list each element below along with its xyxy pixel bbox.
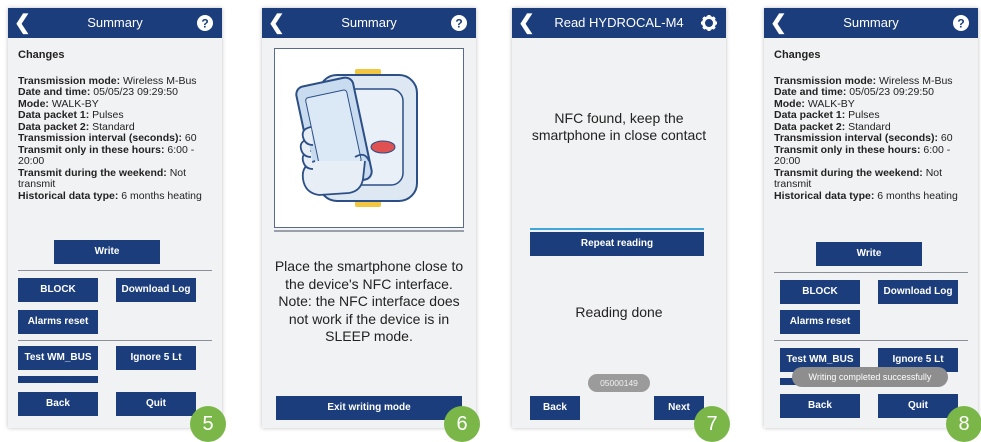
ignore-button[interactable]: Ignore 5 Lt bbox=[116, 346, 196, 370]
step-badge: 5 bbox=[190, 406, 226, 442]
screen-nfc-read: ❮ Read HYDROCAL-M4 NFC found, keep the s… bbox=[512, 8, 726, 428]
changes-heading: Changes bbox=[774, 49, 821, 61]
changes-summary: Changes Transmission mode: Wireless M-Bu… bbox=[774, 49, 969, 202]
divider bbox=[274, 230, 464, 232]
divider bbox=[18, 270, 212, 271]
back-button[interactable]: Back bbox=[530, 396, 580, 420]
repeat-reading-button[interactable]: Repeat reading bbox=[530, 232, 704, 256]
illustration-frame bbox=[274, 48, 464, 228]
phone-nfc-illustration bbox=[295, 69, 418, 207]
reading-done-label: Reading done bbox=[575, 304, 663, 320]
top-bar: ❮ Summary ? bbox=[262, 8, 476, 38]
write-button[interactable]: Write bbox=[54, 240, 160, 264]
block-button[interactable]: BLOCK bbox=[780, 280, 860, 304]
screen-title: Read HYDROCAL-M4 bbox=[554, 15, 684, 30]
top-bar: ❮ Summary ? bbox=[8, 8, 222, 38]
alarms-reset-button[interactable]: Alarms reset bbox=[780, 310, 860, 334]
download-log-button[interactable]: Download Log bbox=[116, 278, 196, 302]
toast-message: Writing completed successfully bbox=[792, 367, 948, 387]
summary-row: Historical data type: 6 months heating bbox=[18, 189, 202, 202]
alarms-reset-button[interactable]: Alarms reset bbox=[18, 310, 98, 334]
screen-summary-2: ❮ Summary ? Changes Transmission mode: W… bbox=[764, 8, 978, 428]
exit-writing-mode-button[interactable]: Exit writing mode bbox=[276, 396, 462, 420]
test-wm-bus-button[interactable]: Test WM_BUS bbox=[18, 346, 98, 370]
summary-row: Transmit during the weekend: Not transmi… bbox=[774, 166, 943, 190]
back-button[interactable]: Back bbox=[780, 394, 860, 418]
nfc-found-message: NFC found, keep the smartphone in close … bbox=[531, 110, 707, 143]
summary-row: Transmit only in these hours: 6:00 - 20:… bbox=[774, 143, 951, 167]
help-icon[interactable]: ? bbox=[952, 14, 970, 32]
nfc-instruction: Place the smartphone close to the device… bbox=[274, 258, 464, 344]
svg-text:?: ? bbox=[455, 17, 462, 31]
divider bbox=[774, 340, 968, 341]
partial-button[interactable] bbox=[18, 376, 98, 383]
step-badge: 8 bbox=[946, 406, 981, 442]
serial-badge: 05000149 bbox=[588, 374, 650, 392]
help-icon[interactable]: ? bbox=[450, 14, 468, 32]
changes-summary: Changes Transmission mode: Wireless M-Bu… bbox=[18, 49, 213, 202]
divider bbox=[774, 272, 968, 273]
top-bar: ❮ Read HYDROCAL-M4 bbox=[512, 8, 726, 38]
step-badge: 7 bbox=[694, 406, 730, 442]
back-button[interactable]: Back bbox=[18, 392, 98, 416]
screen-summary-1: ❮ Summary ? Changes Transmission mode: W… bbox=[8, 8, 222, 428]
gear-icon[interactable] bbox=[700, 14, 718, 32]
top-bar: ❮ Summary ? bbox=[764, 8, 978, 38]
summary-row: Transmit during the weekend: Not transmi… bbox=[18, 166, 187, 190]
svg-text:?: ? bbox=[201, 17, 208, 31]
download-log-button[interactable]: Download Log bbox=[878, 280, 958, 304]
block-button[interactable]: BLOCK bbox=[18, 278, 98, 302]
screen-nfc-write: ❮ Summary ? Place the smartphone close t… bbox=[262, 8, 476, 428]
screen-title: Summary bbox=[341, 15, 397, 30]
changes-heading: Changes bbox=[18, 49, 65, 61]
quit-button[interactable]: Quit bbox=[878, 394, 958, 418]
divider bbox=[18, 340, 212, 341]
summary-row: Transmit only in these hours: 6:00 - 20:… bbox=[18, 143, 195, 167]
write-button[interactable]: Write bbox=[816, 242, 922, 266]
quit-button[interactable]: Quit bbox=[116, 392, 196, 416]
step-badge: 6 bbox=[444, 406, 480, 442]
svg-text:?: ? bbox=[957, 17, 964, 31]
progress-bar bbox=[530, 228, 704, 230]
summary-row: Historical data type: 6 months heating bbox=[774, 189, 958, 202]
help-icon[interactable]: ? bbox=[196, 14, 214, 32]
screen-title: Summary bbox=[843, 15, 899, 30]
screen-title: Summary bbox=[87, 15, 143, 30]
